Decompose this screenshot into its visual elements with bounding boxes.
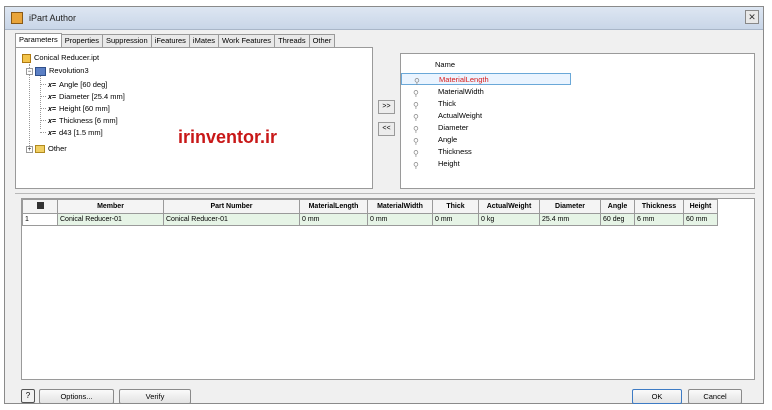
tab-parameters[interactable]: Parameters: [15, 33, 62, 47]
list-item-thickness[interactable]: ⚲ Thickness: [401, 146, 571, 158]
help-button[interactable]: ?: [21, 389, 35, 403]
tree-param-label: Thickness [6 mm]: [58, 116, 118, 125]
tree-param-thickness[interactable]: x= Thickness [6 mm]: [48, 115, 118, 126]
cell-materiallength[interactable]: 0 mm: [299, 213, 368, 226]
list-item-height[interactable]: ⚲ Height: [401, 158, 571, 170]
tree-other[interactable]: + Other: [26, 143, 67, 154]
list-item-thick[interactable]: ⚲ Thick: [401, 98, 571, 110]
column-header-materialwidth[interactable]: MaterialWidth: [367, 199, 433, 214]
column-header-member[interactable]: Member: [57, 199, 164, 214]
cancel-button[interactable]: Cancel: [688, 389, 742, 404]
tree-param-label: Angle [60 deg]: [58, 80, 108, 89]
corner-cell[interactable]: [22, 199, 58, 214]
cell-actualweight[interactable]: 0 kg: [478, 213, 540, 226]
list-item-actualweight[interactable]: ⚲ ActualWeight: [401, 110, 571, 122]
row-number[interactable]: 1: [22, 213, 58, 226]
folder-icon: [35, 145, 45, 154]
table-header-row: Member Part Number MaterialLength Materi…: [22, 199, 718, 214]
tree-root[interactable]: Conical Reducer.ipt: [22, 52, 99, 63]
list-header-name: Name: [435, 60, 456, 69]
tab-other[interactable]: Other: [308, 34, 336, 47]
tab-threads[interactable]: Threads: [274, 34, 310, 47]
cell-angle[interactable]: 60 deg: [600, 213, 635, 226]
tree-param-angle[interactable]: x= Angle [60 deg]: [48, 79, 107, 90]
cell-part-number[interactable]: Conical Reducer-01: [163, 213, 300, 226]
remove-parameter-button[interactable]: <<: [378, 122, 395, 136]
title-bar: iPart Author ✕: [5, 7, 763, 30]
ipart-author-dialog: iPart Author ✕ Parameters Properties Sup…: [4, 6, 764, 404]
tree-feature-label: Revolution3: [49, 66, 89, 75]
parameter-icon: x=: [48, 82, 56, 89]
column-header-angle[interactable]: Angle: [600, 199, 635, 214]
list-item-materialwidth[interactable]: ⚲ MaterialWidth: [401, 86, 571, 98]
key-icon: ⚲: [413, 161, 419, 170]
tab-bar: Parameters Properties Suppression iFeatu…: [15, 33, 336, 47]
save-icon: [36, 202, 44, 209]
column-header-diameter[interactable]: Diameter: [539, 199, 601, 214]
tree-param-diameter[interactable]: x= Diameter [25.4 mm]: [48, 91, 125, 102]
tree-param-label: Diameter [25.4 mm]: [58, 92, 125, 101]
tab-properties[interactable]: Properties: [60, 34, 103, 47]
list-item-label: MaterialLength: [439, 75, 489, 84]
list-item-label: Angle: [438, 135, 458, 144]
member-table-grid: Member Part Number MaterialLength Materi…: [22, 199, 718, 226]
verify-button[interactable]: Verify: [119, 389, 191, 404]
member-table: Member Part Number MaterialLength Materi…: [21, 198, 755, 380]
cell-thickness[interactable]: 6 mm: [634, 213, 684, 226]
tree-param-label: Height [60 mm]: [58, 104, 110, 113]
parameter-icon: x=: [48, 94, 56, 101]
list-item-label: Height: [438, 159, 460, 168]
parameter-icon: x=: [48, 118, 56, 125]
model-tree-panel: Conical Reducer.ipt − Revolution3 x= Angle…: [15, 47, 373, 189]
add-parameter-button[interactable]: >>: [378, 100, 395, 114]
column-header-height[interactable]: Height: [683, 199, 718, 214]
watermark-text: irinventor.ir: [178, 127, 278, 147]
cell-diameter[interactable]: 25.4 mm: [539, 213, 601, 226]
window-title: iPart Author: [29, 13, 77, 23]
table-row[interactable]: 1 Conical Reducer-01 Conical Reducer-01 …: [22, 213, 718, 226]
tree-param-label: d43 [1.5 mm]: [58, 128, 103, 137]
cell-height[interactable]: 60 mm: [683, 213, 718, 226]
tab-work-features[interactable]: Work Features: [218, 34, 276, 47]
parameter-icon: x=: [48, 130, 56, 137]
ok-button[interactable]: OK: [632, 389, 682, 404]
cell-member[interactable]: Conical Reducer-01: [57, 213, 164, 226]
column-header-materiallength[interactable]: MaterialLength: [299, 199, 368, 214]
section-divider: [15, 193, 755, 194]
column-header-thick[interactable]: Thick: [432, 199, 479, 214]
tree-param-d43[interactable]: x= d43 [1.5 mm]: [48, 127, 103, 138]
revolve-feature-icon: [35, 66, 46, 76]
list-item-label: ActualWeight: [438, 111, 483, 120]
list-item-label: Diameter: [438, 123, 469, 132]
app-icon: [11, 12, 23, 24]
list-item-materiallength[interactable]: ⚲ MaterialLength: [401, 73, 571, 86]
tree-param-height[interactable]: x= Height [60 mm]: [48, 103, 110, 114]
list-item-angle[interactable]: ⚲ Angle: [401, 134, 571, 146]
collapse-icon[interactable]: −: [26, 67, 33, 75]
cell-thick[interactable]: 0 mm: [432, 213, 479, 226]
tab-ifeatures[interactable]: iFeatures: [150, 34, 190, 47]
expand-icon[interactable]: +: [26, 145, 33, 153]
column-header-actualweight[interactable]: ActualWeight: [478, 199, 540, 214]
list-item-label: Thickness: [438, 147, 472, 156]
tab-suppression[interactable]: Suppression: [101, 34, 152, 47]
close-button[interactable]: ✕: [745, 10, 759, 24]
tree-feature[interactable]: − Revolution3: [26, 65, 89, 76]
parameter-icon: x=: [48, 106, 56, 113]
list-item-label: MaterialWidth: [438, 87, 484, 96]
tree-other-label: Other: [48, 144, 67, 153]
tree-root-label: Conical Reducer.ipt: [34, 53, 100, 62]
tab-imates[interactable]: iMates: [188, 34, 220, 47]
selected-parameters-list: Name ⚲ MaterialLength ⚲ MaterialWidth ⚲ Thi…: [400, 53, 755, 189]
cell-materialwidth[interactable]: 0 mm: [367, 213, 433, 226]
column-header-part-number[interactable]: Part Number: [163, 199, 300, 214]
column-header-thickness[interactable]: Thickness: [634, 199, 684, 214]
options-button[interactable]: Options...: [39, 389, 114, 404]
part-file-icon: [22, 53, 31, 63]
list-item-diameter[interactable]: ⚲ Diameter: [401, 122, 571, 134]
list-item-label: Thick: [438, 99, 456, 108]
